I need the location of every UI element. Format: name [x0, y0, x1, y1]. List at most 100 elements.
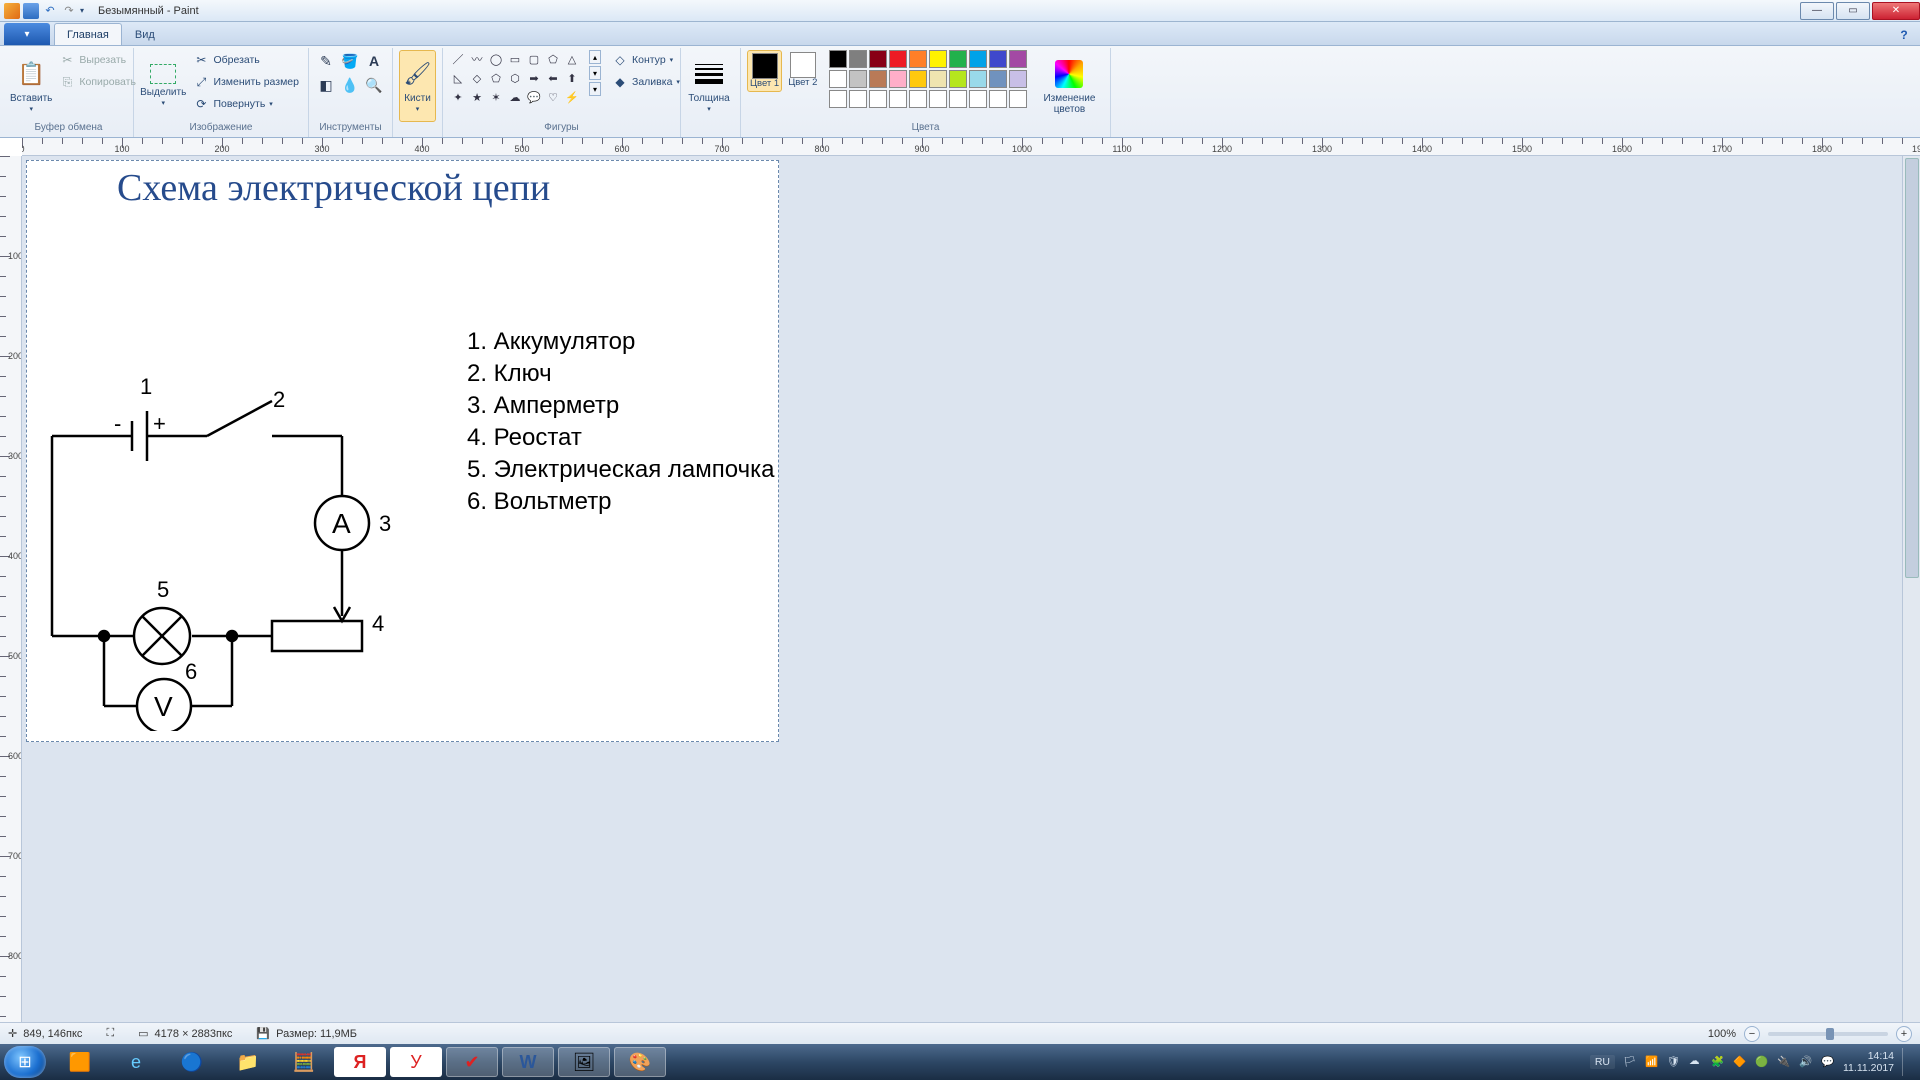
shape-lightning[interactable]: ⚡: [563, 88, 581, 106]
color-swatch[interactable]: [949, 50, 967, 68]
brushes-button[interactable]: 🖌 Кисти ▾: [399, 50, 436, 122]
zoom-out-button[interactable]: −: [1744, 1026, 1760, 1042]
shape-arrow-r[interactable]: ➡: [525, 69, 543, 87]
tray-puzzle-icon[interactable]: 🧩: [1711, 1055, 1725, 1069]
color-swatch[interactable]: [929, 90, 947, 108]
color-swatch[interactable]: [889, 70, 907, 88]
taskbar-explorer[interactable]: 📁: [222, 1047, 274, 1077]
taskbar-chrome[interactable]: 🔵: [166, 1047, 218, 1077]
tray-cloud-icon[interactable]: ☁: [1689, 1055, 1703, 1069]
color-swatch[interactable]: [989, 50, 1007, 68]
color-swatch[interactable]: [1009, 70, 1027, 88]
shapes-gallery[interactable]: ／ 〰 ◯ ▭ ▢ ⬠ △ ◺ ◇ ⬠ ⬡ ➡ ⬅ ⬆ ✦ ★ ✶ ☁ 💬 ♡: [449, 50, 581, 106]
taskbar-calc[interactable]: 🧮: [278, 1047, 330, 1077]
taskbar-ie[interactable]: e: [110, 1047, 162, 1077]
tray-msg-icon[interactable]: 💬: [1821, 1055, 1835, 1069]
color-swatch[interactable]: [869, 70, 887, 88]
shape-diamond[interactable]: ◇: [468, 69, 486, 87]
maximize-button[interactable]: ▭: [1836, 2, 1870, 20]
shapes-scroll-up[interactable]: ▴: [589, 50, 601, 64]
color-swatch[interactable]: [969, 90, 987, 108]
color-swatch[interactable]: [849, 70, 867, 88]
resize-button[interactable]: ⤢Изменить размер: [190, 72, 302, 92]
tray-antivirus-icon[interactable]: 🟢: [1755, 1055, 1769, 1069]
color-swatch[interactable]: [829, 90, 847, 108]
fill-tool[interactable]: 🪣: [339, 50, 361, 72]
minimize-button[interactable]: —: [1800, 2, 1834, 20]
shape-hexagon[interactable]: ⬡: [506, 69, 524, 87]
color-swatch[interactable]: [889, 90, 907, 108]
color-swatch[interactable]: [909, 90, 927, 108]
save-icon[interactable]: [23, 3, 39, 19]
color-swatch[interactable]: [929, 50, 947, 68]
tray-network-icon[interactable]: 📶: [1645, 1055, 1659, 1069]
crop-button[interactable]: ✂Обрезать: [190, 50, 302, 70]
close-button[interactable]: ✕: [1872, 2, 1920, 20]
shape-pentagon[interactable]: ⬠: [487, 69, 505, 87]
color-swatch[interactable]: [869, 50, 887, 68]
start-button[interactable]: ⊞: [4, 1046, 46, 1078]
text-tool[interactable]: A: [363, 50, 385, 72]
canvas-viewport[interactable]: Схема электрической цепи: [22, 156, 1920, 1044]
shape-line[interactable]: ／: [449, 50, 467, 68]
shape-roundrect[interactable]: ▢: [525, 50, 543, 68]
help-button[interactable]: ?: [1894, 25, 1914, 45]
shape-star6[interactable]: ✶: [487, 88, 505, 106]
magnifier-tool[interactable]: 🔍: [363, 74, 385, 96]
shape-oval[interactable]: ◯: [487, 50, 505, 68]
color-swatch[interactable]: [1009, 50, 1027, 68]
tray-volume-icon[interactable]: 🔊: [1799, 1055, 1813, 1069]
color-swatch[interactable]: [969, 50, 987, 68]
shape-fill-button[interactable]: ◆Заливка ▾: [609, 72, 683, 92]
undo-icon[interactable]: ↶: [42, 3, 58, 19]
canvas[interactable]: Схема электрической цепи: [26, 160, 779, 742]
tray-shield-icon[interactable]: 🛡: [1667, 1055, 1681, 1069]
shape-curve[interactable]: 〰: [468, 50, 486, 68]
copy-button[interactable]: ⎘Копировать: [56, 72, 139, 92]
shape-rtriangle[interactable]: ◺: [449, 69, 467, 87]
shape-star4[interactable]: ✦: [449, 88, 467, 106]
redo-icon[interactable]: ↷: [61, 3, 77, 19]
qat-dropdown-icon[interactable]: ▾: [80, 6, 84, 15]
edit-colors-button[interactable]: Изменение цветов: [1037, 50, 1101, 122]
color-swatch[interactable]: [829, 50, 847, 68]
shapes-expand[interactable]: ▾: [589, 82, 601, 96]
scrollbar-v-thumb[interactable]: [1905, 158, 1919, 578]
shape-arrow-l[interactable]: ⬅: [544, 69, 562, 87]
taskbar-word[interactable]: W: [502, 1047, 554, 1077]
select-button[interactable]: Выделить ▾: [140, 50, 186, 122]
shape-arrow-u[interactable]: ⬆: [563, 69, 581, 87]
shapes-scroll-down[interactable]: ▾: [589, 66, 601, 80]
shape-rect[interactable]: ▭: [506, 50, 524, 68]
color-swatch[interactable]: [1009, 90, 1027, 108]
tray-flag-icon[interactable]: 🏳: [1623, 1055, 1637, 1069]
color-swatch[interactable]: [849, 90, 867, 108]
taskbar-app1[interactable]: У: [390, 1047, 442, 1077]
scrollbar-vertical[interactable]: [1902, 156, 1920, 1026]
color-swatch[interactable]: [909, 50, 927, 68]
color-swatch[interactable]: [849, 50, 867, 68]
color-swatch[interactable]: [989, 70, 1007, 88]
cut-button[interactable]: ✂Вырезать: [56, 50, 139, 70]
taskbar-wmp[interactable]: 🟧: [54, 1047, 106, 1077]
shape-triangle[interactable]: △: [563, 50, 581, 68]
tray-usb-icon[interactable]: 🔌: [1777, 1055, 1791, 1069]
color-swatch[interactable]: [949, 90, 967, 108]
zoom-slider[interactable]: [1768, 1032, 1888, 1036]
show-desktop-button[interactable]: [1902, 1048, 1910, 1076]
shape-callout[interactable]: ☁: [506, 88, 524, 106]
taskbar-photos[interactable]: 🖼: [558, 1047, 610, 1077]
tab-home[interactable]: Главная: [54, 23, 122, 45]
eraser-tool[interactable]: ◧: [315, 74, 337, 96]
picker-tool[interactable]: 💧: [339, 74, 361, 96]
color2-slot[interactable]: Цвет 2: [786, 50, 819, 90]
pencil-tool[interactable]: ✎: [315, 50, 337, 72]
color-swatch[interactable]: [829, 70, 847, 88]
file-menu-button[interactable]: ▾: [4, 23, 50, 45]
taskbar-app2[interactable]: ✔: [446, 1047, 498, 1077]
color-swatch[interactable]: [989, 90, 1007, 108]
tab-view[interactable]: Вид: [122, 23, 168, 45]
clock[interactable]: 14:14 11.11.2017: [1843, 1050, 1894, 1074]
zoom-slider-thumb[interactable]: [1826, 1028, 1834, 1040]
color-swatch[interactable]: [969, 70, 987, 88]
